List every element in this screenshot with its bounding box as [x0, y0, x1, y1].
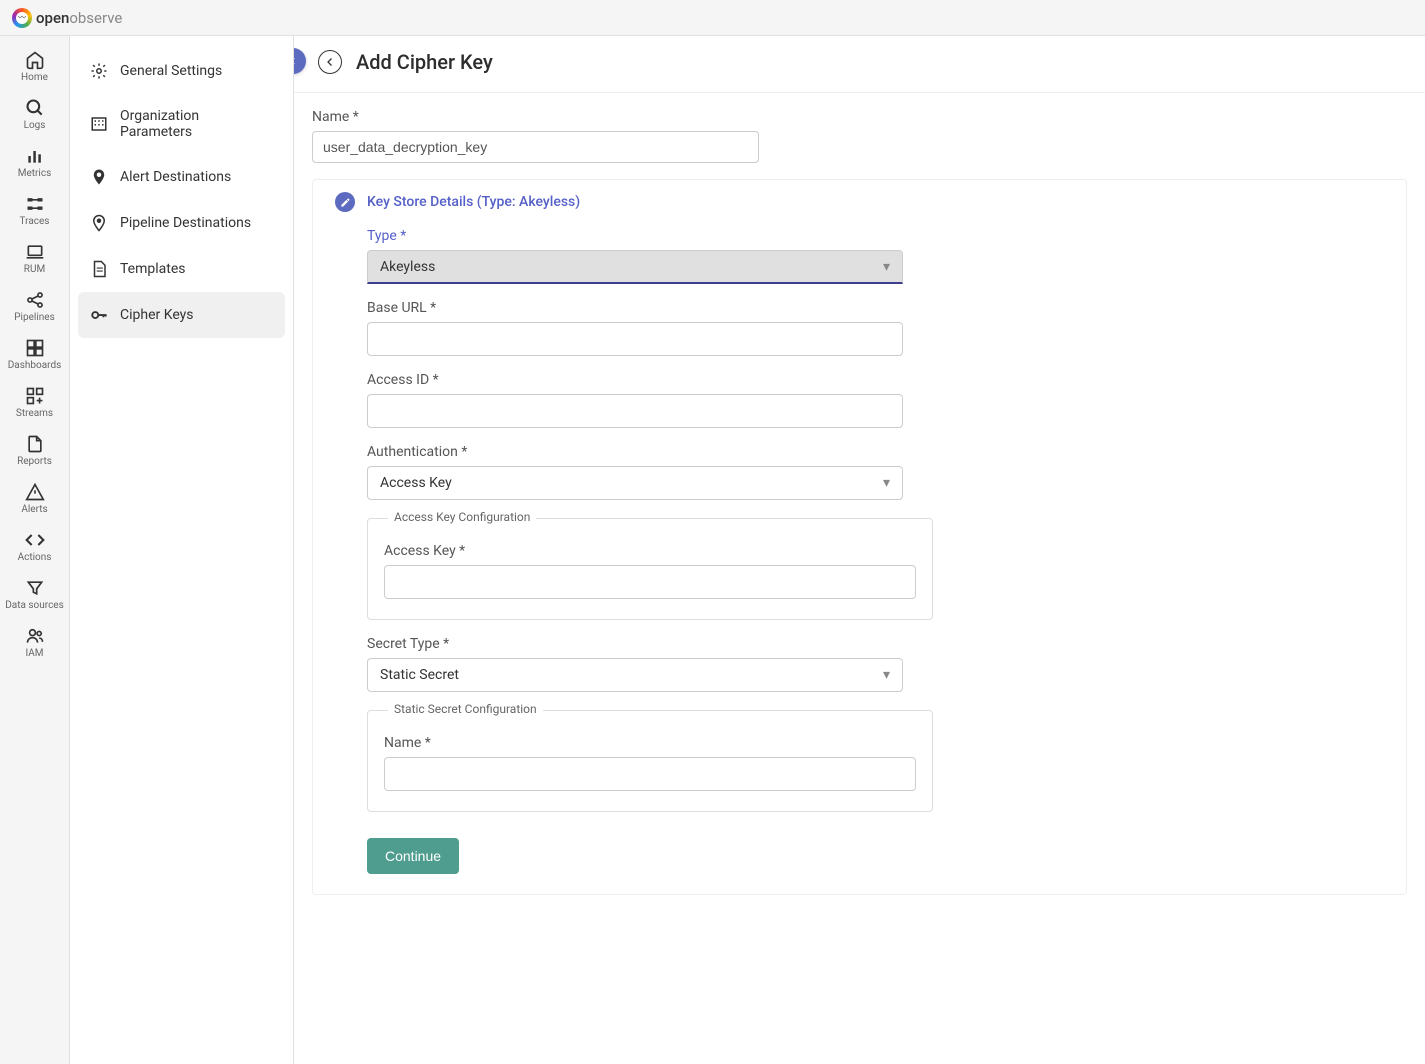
sidebar-item-label: Cipher Keys [120, 307, 194, 323]
dashboard-icon [25, 338, 45, 358]
sidebar-item-templates[interactable]: Templates [78, 246, 285, 292]
type-select-value: Akeyless [380, 259, 435, 275]
sidebar-item-org-params[interactable]: Organization Parameters [78, 94, 285, 154]
logo-icon: 〰 [12, 8, 32, 28]
back-button[interactable] [318, 50, 342, 74]
type-label: Type * [367, 228, 1352, 244]
grid-plus-icon [25, 386, 45, 406]
access-id-input[interactable] [367, 394, 903, 428]
brand-text: openobserve [36, 9, 122, 27]
edit-icon [335, 192, 355, 212]
brand-logo[interactable]: 〰 openobserve [12, 8, 122, 28]
alert-triangle-icon [25, 482, 45, 502]
auth-select[interactable]: Access Key ▾ [367, 466, 903, 500]
key-icon [90, 306, 108, 324]
form-area: Name * Key Store Details (Type: Akeyless… [294, 93, 1425, 925]
name-input[interactable] [312, 131, 759, 163]
secret-type-label: Secret Type * [367, 636, 1352, 652]
sidebar-item-label: General Settings [120, 63, 222, 79]
home-icon [25, 50, 45, 70]
nav-iam[interactable]: IAM [5, 620, 65, 668]
primary-nav: Home Logs Metrics Traces RUM [0, 36, 70, 1064]
sidebar-item-cipher-keys[interactable]: Cipher Keys [78, 292, 285, 338]
keystore-section: Key Store Details (Type: Akeyless) Type … [312, 179, 1407, 895]
nav-traces[interactable]: Traces [5, 188, 65, 236]
secret-name-input[interactable] [384, 757, 916, 791]
keystore-section-title: Key Store Details (Type: Akeyless) [367, 194, 580, 210]
nav-alerts[interactable]: Alerts [5, 476, 65, 524]
page-title: Add Cipher Key [356, 50, 493, 74]
filter-icon [25, 578, 45, 598]
sidebar-item-label: Pipeline Destinations [120, 215, 251, 231]
nav-pipelines[interactable]: Pipelines [5, 284, 65, 332]
nav-data-sources[interactable]: Data sources [5, 572, 65, 620]
code-icon [25, 530, 45, 550]
settings-sidebar: General Settings Organization Parameters… [70, 36, 294, 1064]
traces-icon [25, 194, 45, 214]
nav-logs[interactable]: Logs [5, 92, 65, 140]
static-secret-config-box: Static Secret Configuration Name * [367, 710, 933, 812]
type-select[interactable]: Akeyless ▾ [367, 250, 903, 284]
nav-actions[interactable]: Actions [5, 524, 65, 572]
chevron-down-icon: ▾ [883, 259, 890, 275]
nav-rum[interactable]: RUM [5, 236, 65, 284]
nav-metrics[interactable]: Metrics [5, 140, 65, 188]
secret-type-select-value: Static Secret [380, 667, 459, 683]
users-icon [25, 626, 45, 646]
access-key-label: Access Key * [384, 543, 916, 559]
static-secret-config-legend: Static Secret Configuration [388, 702, 543, 716]
main-content: Add Cipher Key Name * Key Store Details … [294, 36, 1425, 1064]
chevron-down-icon: ▾ [883, 667, 890, 683]
sidebar-item-label: Alert Destinations [120, 169, 231, 185]
pin-outline-icon [90, 214, 108, 232]
file-icon [25, 434, 45, 454]
nav-streams[interactable]: Streams [5, 380, 65, 428]
base-url-input[interactable] [367, 322, 903, 356]
bar-chart-icon [25, 146, 45, 166]
laptop-icon [25, 242, 45, 262]
chevron-down-icon: ▾ [883, 475, 890, 491]
secret-type-select[interactable]: Static Secret ▾ [367, 658, 903, 692]
nav-reports[interactable]: Reports [5, 428, 65, 476]
base-url-label: Base URL * [367, 300, 1352, 316]
top-header: 〰 openobserve [0, 0, 1425, 36]
access-key-config-box: Access Key Configuration Access Key * [367, 518, 933, 620]
continue-button[interactable]: Continue [367, 838, 459, 874]
building-icon [90, 115, 108, 133]
access-id-label: Access ID * [367, 372, 1352, 388]
sidebar-item-label: Templates [120, 261, 186, 277]
nav-home[interactable]: Home [5, 44, 65, 92]
sidebar-item-general-settings[interactable]: General Settings [78, 48, 285, 94]
sidebar-item-label: Organization Parameters [120, 108, 273, 140]
sidebar-item-alert-destinations[interactable]: Alert Destinations [78, 154, 285, 200]
document-icon [90, 260, 108, 278]
name-label: Name * [312, 109, 1407, 125]
auth-label: Authentication * [367, 444, 1352, 460]
gear-icon [90, 62, 108, 80]
share-icon [25, 290, 45, 310]
page-header: Add Cipher Key [294, 36, 1425, 93]
sidebar-item-pipeline-destinations[interactable]: Pipeline Destinations [78, 200, 285, 246]
search-icon [25, 98, 45, 118]
secret-name-label: Name * [384, 735, 916, 751]
access-key-config-legend: Access Key Configuration [388, 510, 536, 524]
nav-dashboards[interactable]: Dashboards [5, 332, 65, 380]
access-key-input[interactable] [384, 565, 916, 599]
auth-select-value: Access Key [380, 475, 452, 491]
pin-icon [90, 168, 108, 186]
